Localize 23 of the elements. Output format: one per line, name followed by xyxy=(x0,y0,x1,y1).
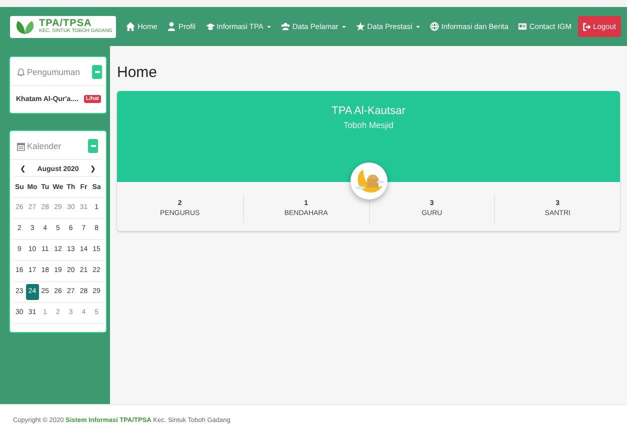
leaf-icon xyxy=(14,18,36,34)
logo-text: TPA/TPSA xyxy=(39,19,92,29)
card-title: Kalender xyxy=(17,141,62,151)
profile-location: Toboh Mesjid xyxy=(343,120,394,130)
collapse-button[interactable] xyxy=(92,65,102,79)
calendar-icon xyxy=(17,142,25,150)
users-icon xyxy=(281,22,290,31)
globe-icon xyxy=(430,22,440,31)
collapse-button[interactable] xyxy=(88,139,98,153)
id-card-icon xyxy=(518,22,528,31)
user-icon xyxy=(167,22,176,31)
page-heading: Home xyxy=(117,64,158,81)
caret-icon xyxy=(267,26,272,28)
caret-icon xyxy=(416,26,420,28)
star-icon xyxy=(356,22,366,31)
profile-name: TPA Al-Kautsar xyxy=(332,105,406,117)
graduation-cap-icon xyxy=(206,22,215,31)
home-icon xyxy=(126,22,136,31)
caret-icon xyxy=(342,26,346,28)
sign-out-icon xyxy=(583,22,592,30)
bell-icon xyxy=(17,68,25,76)
card-title: Pengumuman xyxy=(17,67,80,77)
mosque-crescent-logo xyxy=(350,162,388,200)
